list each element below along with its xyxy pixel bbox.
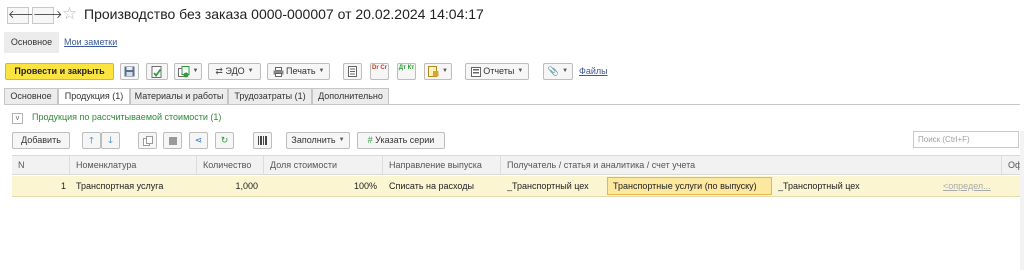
arrow-up-icon: 🡑 (89, 135, 94, 145)
chevron-down-icon: ▼ (562, 68, 569, 75)
forward-button[interactable]: 🡒 (32, 7, 63, 24)
print-button[interactable]: Печать ▼ (267, 63, 330, 80)
column-nomenclature[interactable]: Номенклатура (70, 156, 197, 175)
document-structure-icon (428, 66, 439, 78)
tab-additional[interactable]: Дополнительно (312, 88, 389, 105)
create-based-on-button[interactable]: ▼ (174, 63, 202, 80)
document-post-icon (151, 65, 162, 78)
move-down-button[interactable]: 🡓 (101, 132, 120, 149)
back-button[interactable]: 🡐 (7, 7, 38, 24)
column-recipient[interactable]: Получатель / статья и аналитика / счет у… (501, 156, 1002, 175)
more-documents-button[interactable]: ▼ (424, 63, 452, 80)
tab-products[interactable]: Продукция (1) (58, 88, 130, 105)
chevron-down-icon: ▼ (318, 68, 325, 75)
section-main[interactable]: Основное (4, 32, 59, 53)
cell-n: 1 (60, 181, 66, 191)
search-input[interactable] (913, 131, 1019, 148)
table-row[interactable]: 1 Транспортная услуга 1,000 100% Списать… (12, 176, 1024, 197)
add-row-button[interactable]: Добавить (12, 132, 70, 149)
favorite-star-icon[interactable]: ☆ (62, 4, 77, 24)
tab-main[interactable]: Основное (4, 88, 58, 105)
table-header: N Номенклатура Количество Доля стоимости… (12, 155, 1024, 175)
paperclip-icon: 📎 (547, 66, 560, 76)
move-up-button[interactable]: 🡑 (82, 132, 101, 149)
post-button[interactable] (146, 63, 168, 80)
refresh-button[interactable]: ↻ (215, 132, 234, 149)
series-grid-icon: # (367, 135, 373, 145)
attachments-button[interactable]: 📎 ▼ (543, 63, 573, 80)
cell-cost-share[interactable]: 100% (264, 176, 377, 196)
copy-icon (142, 135, 153, 146)
reports-label: Отчеты (483, 66, 515, 76)
files-link[interactable]: Файлы (579, 66, 608, 76)
save-button[interactable] (120, 63, 139, 80)
tab-materials[interactable]: Материалы и работы (130, 88, 228, 105)
fill-button[interactable]: Заполнить ▼ (286, 132, 350, 149)
column-cost-share[interactable]: Доля стоимости (264, 156, 383, 175)
dr-cr-icon: Dr Cr (371, 65, 387, 71)
report-icon (470, 66, 481, 77)
edo-label: ЭДО (225, 66, 245, 76)
barcode-button[interactable] (253, 132, 272, 149)
chevron-down-icon: ▼ (338, 137, 345, 144)
post-and-close-button[interactable]: Провести и закрыть (5, 63, 114, 80)
group-collapse-toggle[interactable]: v (12, 113, 23, 124)
cell-recipient[interactable]: _Транспортный цех (507, 176, 605, 196)
column-quantity[interactable]: Количество (197, 156, 264, 175)
cell-account-placeholder[interactable]: <определ... (943, 176, 995, 196)
cell-cost-item[interactable]: Транспортные услуги (по выпуску) (607, 177, 772, 195)
column-output-direction[interactable]: Направление выпуска (383, 156, 501, 175)
chevron-down-icon: ▼ (442, 68, 448, 75)
delete-row-button[interactable] (163, 132, 182, 149)
documents-copy-icon (177, 65, 190, 78)
dt-kt-icon: Дт Кт (398, 65, 415, 71)
chevron-down-icon: ▼ (247, 68, 254, 75)
arrow-down-icon: 🡓 (108, 135, 113, 145)
recalc-icon: ↻ (220, 135, 229, 145)
fill-label: Заполнить (291, 135, 336, 145)
share-icon: ⋖ (194, 135, 203, 145)
group-title: Продукция по рассчитываемой стоимости (1… (32, 112, 222, 122)
edo-button[interactable]: ⇄ ЭДО ▼ (208, 63, 261, 80)
chevron-down-icon: ▼ (192, 68, 199, 75)
printer-icon (273, 66, 284, 77)
cell-nomenclature[interactable]: Транспортная услуга (76, 176, 196, 196)
reports-button[interactable]: Отчеты ▼ (465, 63, 529, 80)
vertical-scrollbar[interactable] (1020, 131, 1024, 270)
journal-list-icon (348, 66, 357, 78)
stack-icon (168, 136, 177, 145)
edo-arrows-icon: ⇄ (215, 66, 226, 76)
floppy-disk-icon (124, 66, 135, 77)
copy-row-button[interactable] (138, 132, 157, 149)
specify-series-button[interactable]: # Указать серии (357, 132, 445, 149)
accounting-entries-button[interactable]: Dr Cr (370, 63, 389, 80)
chevron-down-icon: ▼ (517, 68, 524, 75)
dt-kt-button[interactable]: Дт Кт (397, 63, 416, 80)
tab-labor[interactable]: Трудозатраты (1) (228, 88, 312, 105)
cell-quantity[interactable]: 1,000 (197, 176, 258, 196)
arrow-right-icon: 🡒 (33, 9, 63, 21)
page-title: Производство без заказа 0000-000007 от 2… (84, 6, 484, 22)
tabs-divider (4, 104, 1020, 105)
column-n[interactable]: N (12, 156, 70, 175)
my-notes-link[interactable]: Мои заметки (64, 32, 117, 53)
cell-analytics[interactable]: _Транспортный цех (778, 176, 938, 196)
journal-button[interactable] (343, 63, 362, 80)
print-label: Печать (286, 66, 316, 76)
split-row-button[interactable]: ⋖ (189, 132, 208, 149)
cell-output-direction[interactable]: Списать на расходы (389, 176, 499, 196)
barcode-icon (257, 136, 267, 146)
series-label: Указать серии (375, 135, 435, 145)
